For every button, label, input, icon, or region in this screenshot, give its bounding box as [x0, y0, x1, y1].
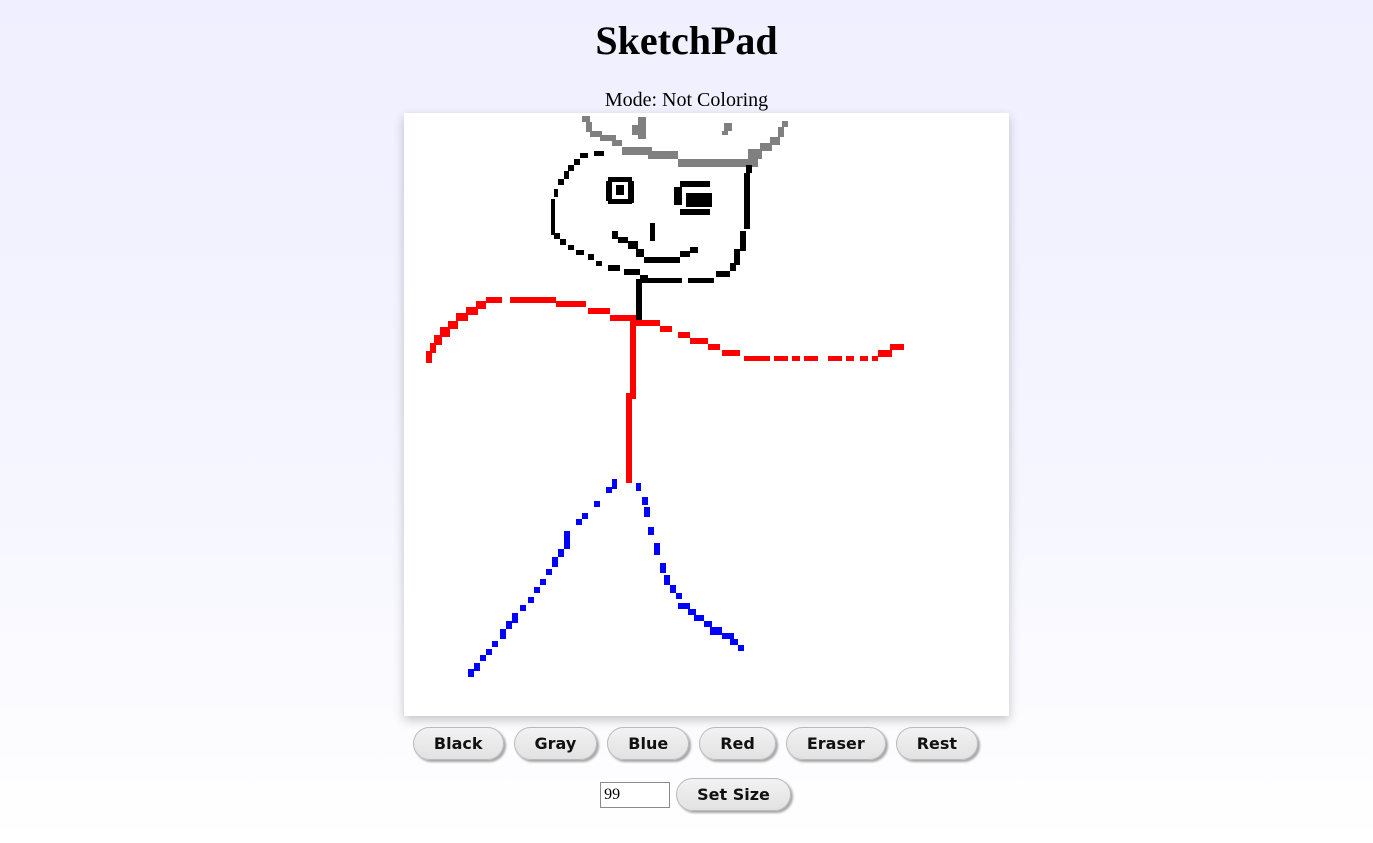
gray-button[interactable]: Gray: [513, 727, 598, 760]
black-strokes: [551, 151, 752, 321]
reset-button[interactable]: Rest: [895, 727, 979, 760]
gray-strokes: [582, 116, 788, 167]
black-button[interactable]: Black: [412, 727, 504, 760]
red-button[interactable]: Red: [699, 727, 776, 760]
set-size-button[interactable]: Set Size: [676, 778, 791, 811]
grid-size-input[interactable]: [600, 781, 671, 808]
sketch-canvas[interactable]: [404, 113, 1009, 716]
eraser-button[interactable]: Eraser: [785, 727, 886, 760]
blue-button[interactable]: Blue: [607, 727, 690, 760]
size-controls: Set Size: [0, 778, 1373, 811]
drawing-surface[interactable]: [404, 113, 1009, 716]
color-toolbar: Black Gray Blue Red Eraser Rest: [0, 727, 1373, 760]
page-title: SketchPad: [595, 18, 778, 63]
mode-status: Mode: Not Coloring: [604, 89, 769, 111]
red-strokes: [426, 297, 904, 483]
blue-strokes: [468, 479, 744, 677]
